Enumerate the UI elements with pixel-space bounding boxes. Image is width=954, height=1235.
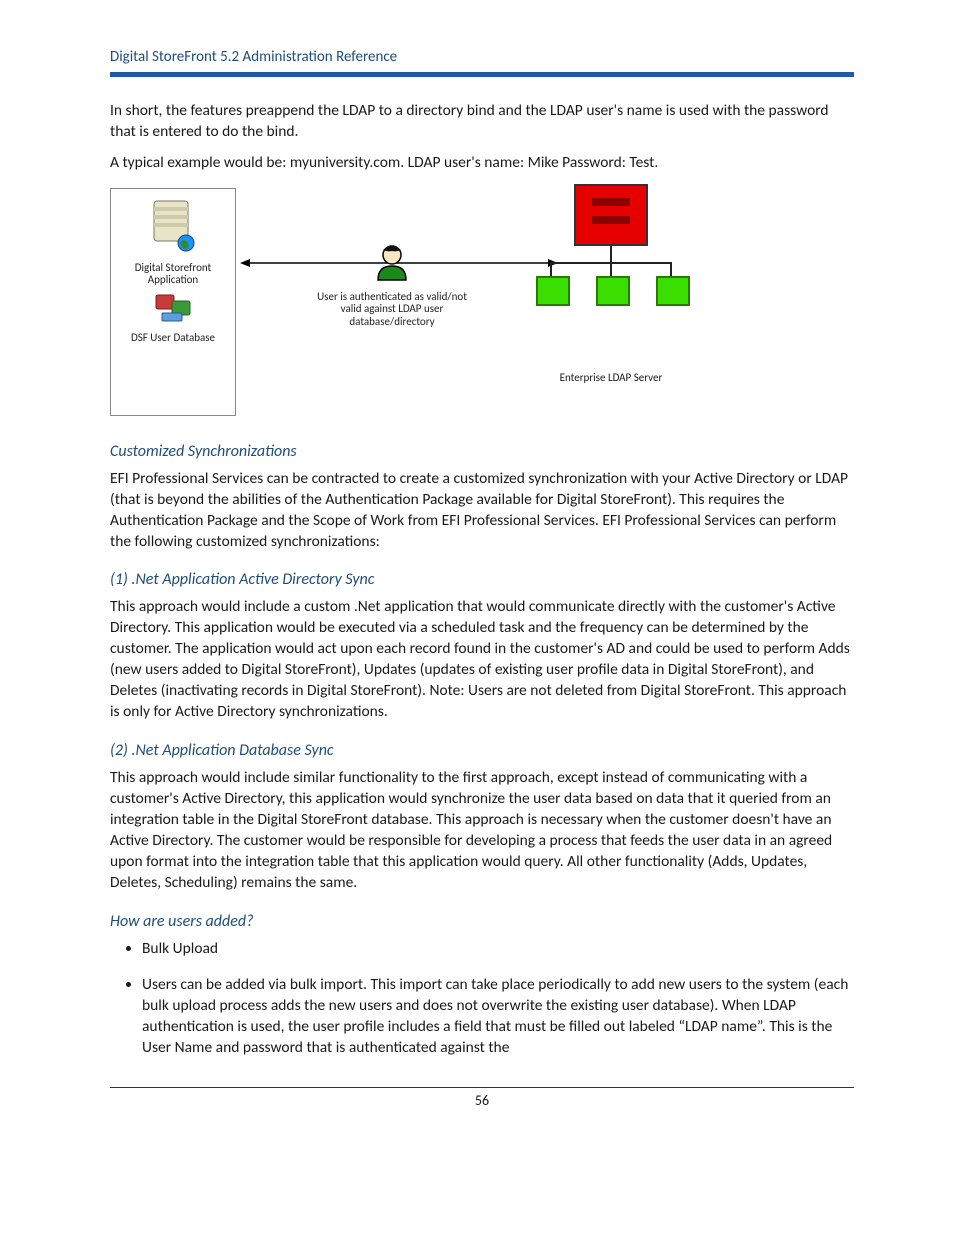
enterprise-ldap-block: Enterprise LDAP Server: [532, 184, 690, 385]
document-page: Digital StoreFront 5.2 Administration Re…: [0, 0, 954, 1235]
ldap-server-icon: [574, 184, 648, 246]
user-auth-caption: User is authenticated as valid/not valid…: [312, 291, 472, 329]
page-number: 56: [110, 1092, 854, 1109]
footer-rule: [110, 1087, 854, 1088]
paragraph-net-ad-sync: This approach would include a custom .Ne…: [110, 597, 854, 723]
paragraph-net-db-sync: This approach would include similar func…: [110, 768, 854, 894]
dsf-app-label: Digital Storefront Application: [111, 262, 235, 287]
heading-how-users-added: How are users added?: [110, 912, 854, 931]
list-item: Bulk Upload: [142, 939, 854, 960]
list-item: Users can be added via bulk import. This…: [142, 975, 854, 1059]
heading-net-db-sync: (2) .Net Application Database Sync: [110, 741, 854, 760]
heading-customized-sync: Customized Synchronizations: [110, 442, 854, 461]
paragraph-intro-1: In short, the features preappend the LDA…: [110, 101, 854, 143]
doc-header-title: Digital StoreFront 5.2 Administration Re…: [110, 48, 854, 66]
dsf-db-label: DSF User Database: [111, 332, 235, 345]
user-auth-block: User is authenticated as valid/not valid…: [312, 242, 472, 329]
ldap-tree-icon: [532, 246, 690, 308]
heading-net-ad-sync: (1) .Net Application Active Directory Sy…: [110, 570, 854, 589]
dsf-application-box: Digital Storefront Application DSF User …: [110, 188, 236, 416]
paragraph-intro-2: A typical example would be: myuniversity…: [110, 153, 854, 174]
server-icon: [148, 199, 198, 258]
paragraph-custom-sync: EFI Professional Services can be contrac…: [110, 469, 854, 553]
user-icon: [372, 242, 412, 285]
ldap-server-label: Enterprise LDAP Server: [532, 372, 690, 385]
ldap-auth-diagram: Digital Storefront Application DSF User …: [110, 184, 690, 424]
users-added-list: Bulk Upload Users can be added via bulk …: [120, 939, 854, 1060]
workstation-icon: [152, 293, 194, 330]
header-rule: [110, 72, 854, 77]
